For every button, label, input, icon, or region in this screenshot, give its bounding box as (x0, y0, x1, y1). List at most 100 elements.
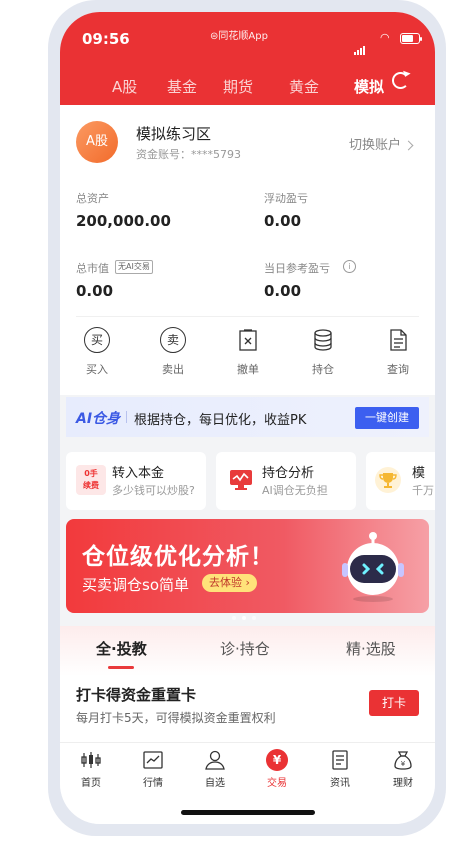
status-app-name: ⊜同花顺App (210, 31, 268, 42)
badge-top-text: 0手 (84, 469, 98, 478)
news-icon (329, 749, 351, 771)
ai-logo: AI仓身 (76, 411, 121, 427)
nav-wealth-label: 理财 (393, 778, 413, 789)
checkin-task: 打卡得资金重置卡 每月打卡5天，可得模拟资金重置权利 打卡 (60, 676, 435, 742)
segment-education[interactable]: 全·投教 (96, 638, 147, 659)
no-ai-trade-tag: 无AI交易 (115, 260, 153, 274)
checkin-button[interactable]: 打卡 (369, 690, 419, 716)
card-subtitle: AI调仓无负担 (262, 484, 328, 497)
card-title: 模 (412, 466, 426, 481)
holdings-label: 持仓 (312, 363, 334, 376)
buy-icon: 买 (84, 327, 110, 353)
nav-news-label: 资讯 (330, 778, 350, 789)
tab-a-shares[interactable]: A股 (112, 76, 137, 97)
market-icon (142, 749, 164, 771)
floating-pl-value: 0.00 (264, 212, 302, 230)
nav-home[interactable]: 首页 (69, 749, 113, 789)
card-subtitle: 多少钱可以炒股? (112, 484, 195, 497)
nav-trade-label: 交易 (267, 778, 287, 789)
buy-button[interactable]: 买 买入 (72, 327, 122, 377)
card-title: 持仓分析 (262, 466, 315, 481)
segment-pick[interactable]: 精·选股 (346, 638, 396, 659)
task-subtitle: 每月打卡5天，可得模拟资金重置权利 (76, 711, 276, 725)
query-button[interactable]: 查询 (373, 327, 423, 377)
banner-subtitle: 买卖调仓so简单 (82, 576, 189, 594)
query-label: 查询 (387, 363, 409, 376)
segment-underline (108, 666, 134, 669)
try-now-button[interactable]: 去体验 › (202, 574, 257, 592)
nav-news[interactable]: 资讯 (318, 749, 362, 789)
sell-label: 卖出 (162, 363, 184, 376)
refresh-icon[interactable] (392, 72, 409, 89)
sell-icon: 卖 (160, 327, 186, 353)
monitor-chart-icon (228, 467, 254, 497)
content-segments: 全·投教 诊·持仓 精·选股 (60, 626, 435, 676)
tab-simulation[interactable]: 模拟 (354, 76, 384, 97)
nav-wealth[interactable]: ¥ 理财 (381, 749, 425, 789)
switch-account-button[interactable]: 切换账户 (349, 134, 414, 153)
daily-pl-label: 当日参考盈亏 (264, 262, 330, 275)
account-number: 资金账号：****5793 (136, 148, 241, 161)
trophy-icon (374, 466, 402, 498)
query-icon (385, 327, 411, 353)
status-time: 09:56 (82, 30, 130, 48)
promo-banner[interactable]: 仓位级优化分析！ 买卖调仓so简单 去体验 › (66, 519, 429, 613)
card-title: 转入本金 (112, 466, 165, 481)
market-value-label: 总市值 (76, 262, 109, 275)
wifi-icon: ◠ (380, 31, 390, 44)
switch-account-label: 切换账户 (349, 138, 402, 153)
holdings-icon (310, 327, 336, 353)
carousel-indicator (232, 605, 262, 624)
svg-text:¥: ¥ (401, 760, 406, 768)
cancel-order-icon (235, 327, 261, 353)
account-panel: A股 模拟练习区 资金账号：****5793 切换账户 总资产 200,000.… (60, 105, 435, 395)
nav-watchlist-label: 自选 (205, 778, 225, 789)
sell-button[interactable]: 卖 卖出 (148, 327, 198, 377)
info-icon[interactable]: i (343, 260, 356, 273)
nav-watchlist[interactable]: 自选 (193, 749, 237, 789)
home-indicator[interactable] (181, 810, 315, 815)
header: 09:56 ⊜同花顺App ◠ A股 基金 期货 黄金 模拟 (60, 12, 435, 105)
watchlist-icon (204, 749, 226, 771)
cancel-order-label: 撤单 (237, 363, 259, 376)
daily-pl-value: 0.00 (264, 282, 302, 300)
zero-fee-badge: 0手 续费 (76, 465, 106, 495)
divider (76, 316, 419, 317)
segment-diagnose[interactable]: 诊·持仓 (220, 638, 270, 659)
nav-market[interactable]: 行情 (131, 749, 175, 789)
one-click-create-button[interactable]: 一键创建 (355, 407, 419, 429)
card-position-analysis[interactable]: 持仓分析 AI调仓无负担 (216, 452, 356, 510)
card-subtitle: 千万 (412, 484, 434, 497)
tab-gold[interactable]: 黄金 (289, 76, 319, 97)
total-assets-value: 200,000.00 (76, 212, 171, 230)
card-transfer-in[interactable]: 0手 续费 转入本金 多少钱可以炒股? (66, 452, 206, 510)
nav-home-label: 首页 (81, 778, 101, 789)
wealth-icon: ¥ (392, 749, 414, 771)
nav-market-label: 行情 (143, 778, 163, 789)
chevron-right-icon (403, 140, 414, 151)
holdings-button[interactable]: 持仓 (298, 327, 348, 377)
total-assets-label: 总资产 (76, 192, 109, 205)
floating-pl-label: 浮动盈亏 (264, 192, 308, 205)
card-more[interactable]: 模 千万 (366, 452, 435, 510)
nav-trade[interactable]: ¥ 交易 (255, 749, 299, 789)
robot-mascot-icon (336, 531, 410, 609)
signal-icon (354, 36, 366, 55)
ai-position-bar[interactable]: AI仓身 根据持仓，每日优化，收益PK 一键创建 (66, 397, 429, 437)
trade-icon: ¥ (266, 749, 288, 771)
task-title: 打卡得资金重置卡 (76, 686, 197, 704)
badge-bottom-text: 续费 (83, 481, 99, 490)
ai-divider (126, 411, 127, 423)
buy-label: 买入 (86, 363, 108, 376)
phone-screen: 09:56 ⊜同花顺App ◠ A股 基金 期货 黄金 模拟 A股 模拟练习区 … (60, 12, 435, 824)
battery-icon (400, 33, 422, 44)
market-value: 0.00 (76, 282, 114, 300)
home-icon (80, 749, 102, 771)
avatar: A股 (76, 121, 118, 163)
account-name: 模拟练习区 (136, 125, 212, 143)
tab-funds[interactable]: 基金 (167, 76, 197, 97)
cancel-order-button[interactable]: 撤单 (223, 327, 273, 377)
ai-description: 根据持仓，每日优化，收益PK (134, 413, 307, 428)
banner-title: 仓位级优化分析！ (82, 544, 274, 570)
tab-futures[interactable]: 期货 (223, 76, 253, 97)
